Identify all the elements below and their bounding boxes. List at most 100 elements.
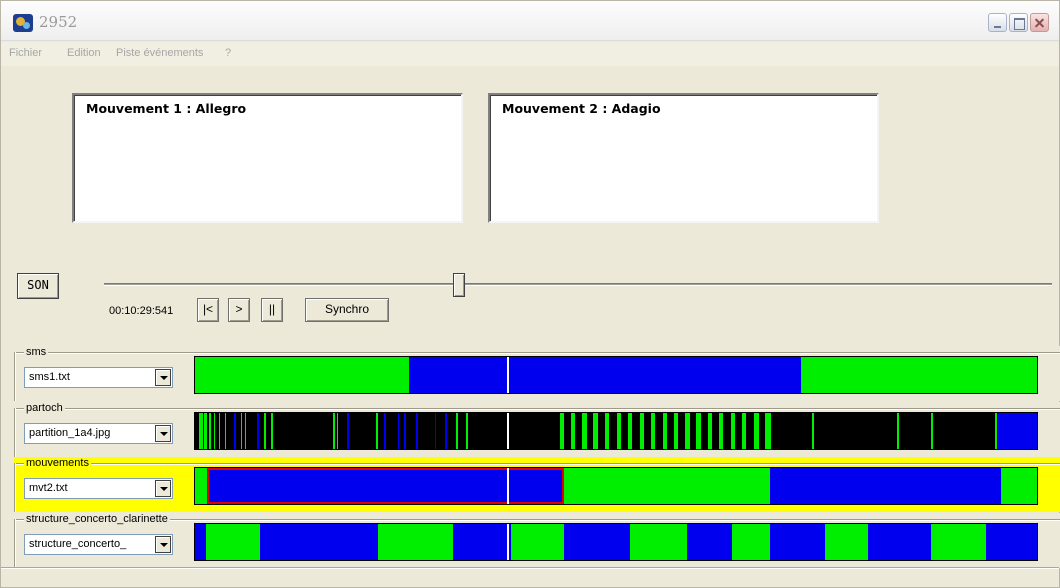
menu-help[interactable]: ? (225, 47, 231, 59)
menu-fichier[interactable]: Fichier (9, 47, 42, 59)
pause-button[interactable]: || (261, 298, 283, 322)
event-segment[interactable] (337, 413, 338, 449)
chevron-down-icon[interactable] (155, 536, 171, 553)
event-segment[interactable] (897, 413, 899, 449)
event-segment[interactable] (825, 524, 868, 560)
event-segment[interactable] (234, 413, 236, 449)
track-file-select[interactable]: structure_concerto_ (24, 534, 173, 555)
track-1: sms sms1.txt (14, 346, 1060, 401)
event-segment[interactable] (868, 524, 931, 560)
selected-segment-outline (207, 468, 564, 504)
event-segment[interactable] (564, 524, 630, 560)
event-segment[interactable] (453, 524, 511, 560)
event-segment[interactable] (765, 413, 771, 449)
event-segment[interactable] (995, 413, 997, 449)
event-segment[interactable] (986, 524, 1037, 560)
event-segment[interactable] (931, 524, 986, 560)
event-segment[interactable] (708, 413, 712, 449)
track-file-select[interactable]: mvt2.txt (24, 478, 173, 499)
event-segment[interactable] (384, 413, 386, 449)
track-file-select[interactable]: sms1.txt (24, 367, 173, 388)
event-segment[interactable] (435, 413, 436, 449)
event-segment[interactable] (571, 413, 575, 449)
event-segment[interactable] (582, 413, 587, 449)
event-segment[interactable] (651, 413, 655, 449)
chevron-down-icon[interactable] (155, 369, 171, 386)
event-segment[interactable] (195, 357, 409, 393)
event-segment[interactable] (770, 524, 825, 560)
event-segment[interactable] (378, 524, 453, 560)
chevron-down-icon[interactable] (155, 480, 171, 497)
title-bar[interactable]: 2952 (1, 1, 1059, 41)
event-segment[interactable] (732, 524, 770, 560)
event-timeline[interactable] (194, 412, 1038, 450)
event-segment[interactable] (398, 413, 399, 449)
event-segment[interactable] (696, 413, 701, 449)
event-segment[interactable] (271, 413, 273, 449)
event-segment[interactable] (511, 524, 564, 560)
event-segment[interactable] (206, 524, 260, 560)
event-segment[interactable] (333, 413, 335, 449)
event-segment[interactable] (564, 468, 770, 504)
menu-piste-evenements[interactable]: Piste événements (116, 47, 203, 59)
event-segment[interactable] (754, 413, 759, 449)
event-segment[interactable] (812, 413, 814, 449)
event-segment[interactable] (617, 413, 621, 449)
position-slider-thumb[interactable] (453, 273, 465, 297)
event-segment[interactable] (195, 524, 206, 560)
play-button[interactable]: > (228, 298, 250, 322)
event-segment[interactable] (264, 413, 266, 449)
event-segment[interactable] (998, 413, 1037, 449)
event-segment[interactable] (347, 413, 349, 449)
close-button[interactable] (1030, 13, 1049, 32)
event-segment[interactable] (195, 468, 207, 504)
event-segment[interactable] (742, 413, 746, 449)
movement-panel-2: Mouvement 2 : Adagio (488, 93, 879, 223)
event-segment[interactable] (445, 413, 447, 449)
event-segment[interactable] (801, 357, 1037, 393)
event-segment[interactable] (409, 357, 801, 393)
event-segment[interactable] (199, 413, 203, 449)
event-timeline[interactable] (194, 523, 1038, 561)
chevron-down-icon[interactable] (155, 425, 171, 442)
event-segment[interactable] (204, 413, 207, 449)
event-segment[interactable] (257, 413, 259, 449)
event-segment[interactable] (560, 413, 564, 449)
event-segment[interactable] (687, 524, 732, 560)
event-timeline[interactable] (194, 356, 1038, 394)
menu-edition[interactable]: Edition (67, 47, 101, 59)
event-segment[interactable] (404, 413, 406, 449)
event-segment[interactable] (628, 413, 632, 449)
event-segment[interactable] (640, 413, 644, 449)
track-file-select[interactable]: partition_1a4.jpg (24, 423, 173, 444)
event-segment[interactable] (260, 524, 378, 560)
prev-button[interactable]: |< (197, 298, 219, 322)
son-button[interactable]: SON (17, 273, 59, 299)
event-segment[interactable] (466, 413, 468, 449)
event-segment[interactable] (770, 468, 1001, 504)
event-segment[interactable] (1001, 468, 1037, 504)
event-segment[interactable] (931, 413, 933, 449)
event-timeline[interactable] (194, 467, 1038, 505)
minimize-button[interactable] (988, 13, 1007, 32)
event-segment[interactable] (376, 413, 378, 449)
event-segment[interactable] (593, 413, 598, 449)
maximize-button[interactable] (1009, 13, 1028, 32)
event-segment[interactable] (719, 413, 723, 449)
position-slider-track[interactable] (104, 283, 1052, 286)
event-segment[interactable] (416, 413, 418, 449)
event-segment[interactable] (225, 413, 226, 449)
event-segment[interactable] (456, 413, 458, 449)
event-segment[interactable] (245, 413, 246, 449)
synchro-button[interactable]: Synchro (305, 298, 389, 322)
event-segment[interactable] (605, 413, 609, 449)
event-segment[interactable] (241, 413, 242, 449)
event-segment[interactable] (219, 413, 220, 449)
event-segment[interactable] (674, 413, 678, 449)
event-segment[interactable] (731, 413, 735, 449)
event-segment[interactable] (685, 413, 690, 449)
event-segment[interactable] (209, 413, 211, 449)
event-segment[interactable] (630, 524, 687, 560)
event-segment[interactable] (663, 413, 667, 449)
event-segment[interactable] (214, 413, 215, 449)
